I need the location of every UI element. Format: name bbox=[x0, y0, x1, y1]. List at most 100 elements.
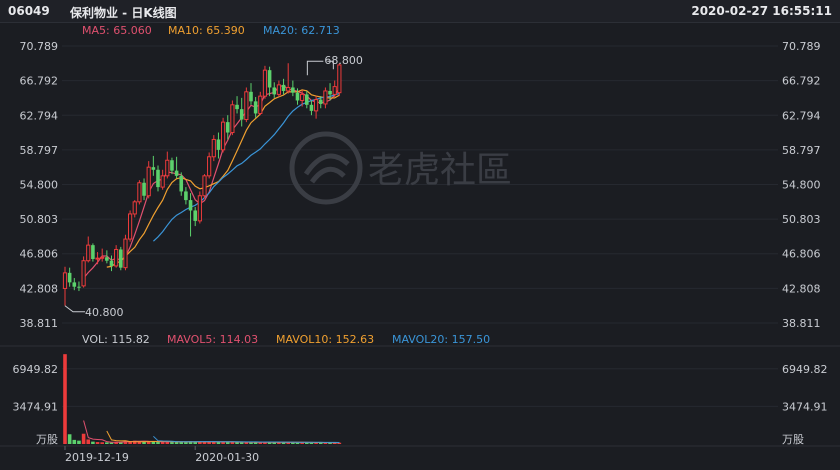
candle-body-up bbox=[100, 256, 105, 259]
volume-bar bbox=[77, 440, 81, 444]
price-tick-right: 62.794 bbox=[782, 109, 821, 122]
price-tick-right: 50.803 bbox=[782, 213, 821, 226]
price-tick-right: 70.789 bbox=[782, 40, 821, 53]
candle-body-up bbox=[332, 86, 337, 95]
price-tick-left: 46.806 bbox=[20, 248, 59, 261]
price-tick-left: 66.792 bbox=[20, 75, 59, 88]
candle-body-up bbox=[202, 175, 207, 197]
candle-body-down bbox=[77, 286, 81, 288]
price-tick-right: 38.811 bbox=[782, 317, 821, 330]
candle-body-up bbox=[197, 195, 202, 222]
volume-bar bbox=[109, 442, 114, 444]
candle-body-down bbox=[225, 122, 230, 133]
candle-body-up bbox=[165, 159, 170, 177]
candle-body-down bbox=[184, 191, 188, 201]
volume-unit-left: 万股 bbox=[36, 433, 58, 446]
price-tick-right: 54.800 bbox=[782, 179, 821, 192]
candle-body-down bbox=[291, 87, 295, 93]
candle-body-up bbox=[221, 121, 226, 151]
candle-body-up bbox=[337, 64, 342, 94]
candle-body-up bbox=[123, 238, 128, 269]
candle-body-down bbox=[216, 139, 221, 150]
candle-body-down bbox=[105, 257, 109, 261]
candle-body-up bbox=[323, 90, 328, 105]
candle-body-up bbox=[132, 201, 137, 215]
candle-body-up bbox=[286, 86, 291, 92]
date-tick-label: 2019-12-19 bbox=[65, 451, 129, 464]
candle-body-down bbox=[119, 249, 123, 268]
mavol5-line bbox=[83, 420, 340, 444]
volume-tick-right: 6949.82 bbox=[782, 363, 828, 376]
candle-body-up bbox=[258, 95, 263, 114]
date-tick-label: 2020-01-30 bbox=[195, 451, 259, 464]
candle-body-down bbox=[174, 170, 179, 176]
volume-bar bbox=[63, 354, 67, 444]
price-tick-left: 58.797 bbox=[20, 144, 59, 157]
candle-body-down bbox=[109, 260, 114, 266]
candle-body-up bbox=[276, 84, 281, 95]
candle-body-down bbox=[193, 210, 197, 221]
candle-body-down bbox=[253, 101, 258, 114]
candle-body-down bbox=[328, 90, 332, 95]
candle-body-up bbox=[137, 182, 142, 203]
candle-body-down bbox=[235, 104, 239, 110]
candle-body-up bbox=[160, 175, 165, 188]
candle-body-down bbox=[295, 92, 300, 101]
candle-body-down bbox=[142, 182, 146, 196]
candle-body-up bbox=[314, 99, 319, 112]
price-tick-right: 58.797 bbox=[782, 144, 821, 157]
high-annotation-leader bbox=[306, 60, 324, 76]
candle-body-up bbox=[86, 244, 91, 262]
price-tick-left: 42.808 bbox=[20, 282, 59, 295]
volume-bar bbox=[67, 434, 72, 444]
price-tick-left: 62.794 bbox=[20, 109, 59, 122]
candle-body-up bbox=[128, 213, 133, 240]
candle-body-up bbox=[95, 257, 100, 260]
candle-body-up bbox=[211, 138, 216, 158]
candle-body-down bbox=[170, 160, 174, 171]
low-annotation-label: 40.800 bbox=[85, 306, 124, 319]
candle-body-up bbox=[230, 104, 235, 134]
watermark-logo-stripes bbox=[303, 153, 350, 184]
price-tick-left: 38.811 bbox=[20, 317, 59, 330]
candle-body-up bbox=[81, 260, 86, 287]
volume-bar bbox=[174, 442, 179, 444]
candle-body-up bbox=[300, 93, 305, 101]
candle-body-down bbox=[239, 109, 244, 120]
volume-bar bbox=[72, 439, 77, 444]
candle-body-up bbox=[244, 91, 249, 121]
candle-body-down bbox=[267, 70, 272, 88]
ma5-line bbox=[83, 84, 340, 279]
volume-bar bbox=[100, 442, 104, 444]
candle-body-down bbox=[309, 104, 314, 111]
candle-body-up bbox=[262, 69, 268, 97]
candle-body-down bbox=[151, 167, 156, 170]
candle-body-down bbox=[179, 175, 184, 192]
price-tick-right: 46.806 bbox=[782, 248, 821, 261]
ma10-line bbox=[106, 89, 340, 268]
volume-unit-right: 万股 bbox=[782, 433, 804, 446]
candle-body-down bbox=[188, 200, 193, 211]
mavol20-line bbox=[153, 435, 340, 443]
volume-bar bbox=[81, 433, 86, 444]
candle-body-up bbox=[146, 166, 151, 197]
candle-body-down bbox=[67, 272, 72, 283]
candle-body-up bbox=[62, 272, 68, 289]
volume-tick-right: 3474.91 bbox=[782, 400, 828, 413]
volume-bar bbox=[86, 439, 91, 444]
candle-body-down bbox=[272, 87, 277, 95]
volume-tick-left: 6949.82 bbox=[13, 363, 59, 376]
candle-body-up bbox=[207, 156, 212, 177]
price-tick-left: 50.803 bbox=[20, 213, 59, 226]
volume-bar bbox=[105, 442, 109, 444]
price-tick-right: 42.808 bbox=[782, 282, 821, 295]
candle-body-down bbox=[249, 91, 253, 102]
kline-chart[interactable]: 70.789 70.789 66.792 66.792 62.794 62.794 58.7… bbox=[0, 0, 840, 470]
candle-body-up bbox=[114, 248, 119, 267]
candle-body-down bbox=[281, 84, 286, 91]
volume-bar bbox=[91, 441, 95, 444]
volume-bar bbox=[156, 441, 160, 444]
candle-body-down bbox=[318, 99, 323, 104]
candle-body-down bbox=[91, 245, 95, 259]
volume-tick-left: 3474.91 bbox=[13, 400, 59, 413]
